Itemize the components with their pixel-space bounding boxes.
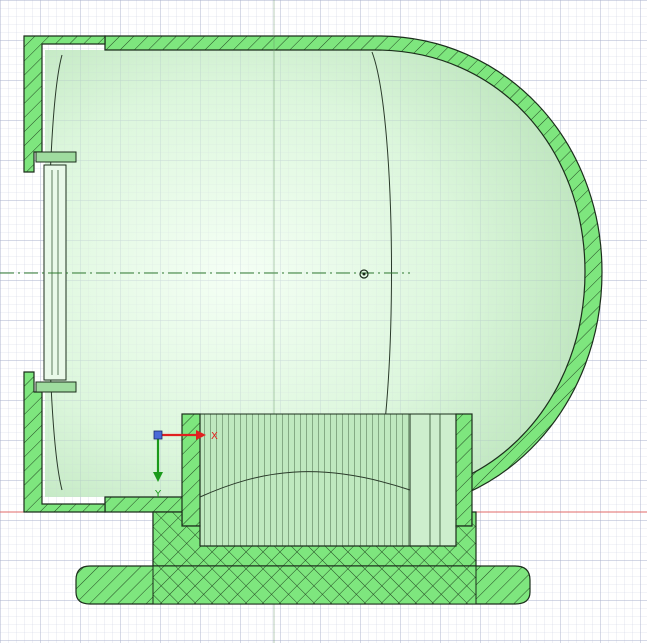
- clip-bottom: [35, 381, 77, 393]
- collar-right-wall[interactable]: [455, 413, 473, 527]
- origin-point-icon: [153, 430, 163, 440]
- clip-top: [35, 151, 77, 163]
- cad-viewport[interactable]: X Y: [0, 0, 647, 643]
- y-axis-label: Y: [154, 489, 162, 500]
- threaded-collar[interactable]: [199, 413, 411, 547]
- x-axis-label: X: [211, 431, 218, 442]
- section-view-canvas[interactable]: X Y: [0, 0, 647, 643]
